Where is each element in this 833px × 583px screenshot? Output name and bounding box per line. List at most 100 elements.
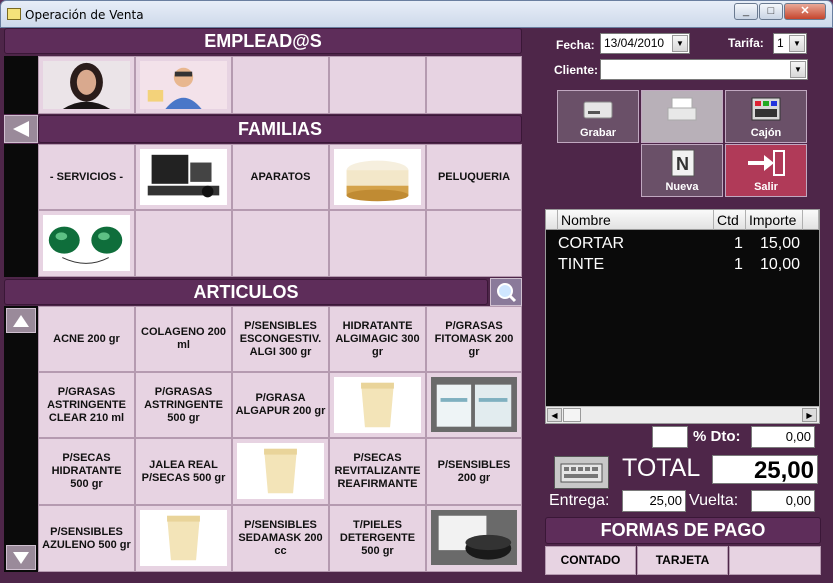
close-button[interactable]: ✕ — [784, 3, 826, 20]
article-tile[interactable]: P/GRASA ALGAPUR 200 gr — [232, 372, 329, 438]
article-label: P/SECAS REVITALIZANTE REAFIRMANTE — [334, 452, 421, 490]
dto-label: % Dto: — [693, 428, 741, 445]
cell-nombre: TINTE — [558, 256, 605, 273]
fecha-label: Fecha: — [556, 38, 595, 52]
cell-nombre: CORTAR — [558, 235, 625, 252]
discount-blank-field[interactable] — [652, 426, 688, 448]
article-tile[interactable]: HIDRATANTE ALGIMAGIC 300 gr — [329, 306, 426, 372]
dto-input[interactable]: 0,00 — [751, 426, 815, 448]
articles-side — [4, 306, 38, 572]
article-tile[interactable]: P/SECAS REVITALIZANTE REAFIRMANTE — [329, 438, 426, 505]
article-tile[interactable]: ACNE 200 gr — [38, 306, 135, 372]
tarjeta-button[interactable]: TARJETA — [637, 546, 728, 575]
column-importe[interactable]: Importe — [746, 210, 803, 230]
scroll-thumb[interactable] — [563, 408, 581, 422]
employee-slot-empty[interactable] — [426, 56, 522, 114]
families-side — [4, 144, 38, 277]
cajon-label: Cajón — [750, 127, 782, 139]
article-tile-image[interactable] — [426, 372, 522, 438]
cliente-label: Cliente: — [554, 63, 599, 77]
family-equipment-image[interactable] — [135, 144, 232, 210]
horizontal-scrollbar[interactable]: ◀ ▶ — [546, 406, 819, 423]
equipment-kit-image — [140, 149, 227, 206]
article-tile[interactable]: P/SENSIBLES SEDAMASK 200 cc — [232, 505, 329, 572]
article-tile-image[interactable] — [329, 372, 426, 438]
article-tile[interactable]: P/SECAS HIDRATANTE 500 gr — [38, 438, 135, 505]
column-nombre[interactable]: Nombre — [558, 210, 714, 230]
chevron-down-icon[interactable]: ▼ — [790, 61, 806, 78]
family-peluqueria[interactable]: PELUQUERIA — [426, 144, 522, 210]
articles-up-button[interactable] — [6, 308, 36, 333]
families-back-button[interactable] — [4, 115, 38, 143]
entrega-input[interactable]: 25,00 — [622, 490, 686, 512]
table-row[interactable]: CORTAR 1 15,00 — [546, 233, 819, 254]
vuelta-label: Vuelta: — [689, 492, 739, 509]
print-button[interactable] — [641, 90, 723, 143]
keyboard-icon — [560, 463, 603, 483]
chevron-down-icon[interactable]: ▼ — [789, 35, 805, 52]
article-tile-image[interactable] — [426, 505, 522, 572]
employee-slot-empty[interactable] — [329, 56, 426, 114]
family-label: - SERVICIOS - — [49, 170, 124, 183]
arrow-left-icon — [13, 121, 29, 137]
calculator-button[interactable] — [554, 456, 609, 489]
family-servicios[interactable]: - SERVICIOS - — [38, 144, 135, 210]
article-tile[interactable]: P/SENSIBLES ESCONGESTIV. ALGI 300 gr — [232, 306, 329, 372]
article-tile[interactable]: P/SENSIBLES AZULENO 500 gr — [38, 505, 135, 572]
minimize-button[interactable]: _ — [734, 3, 758, 20]
family-cream-image[interactable] — [329, 144, 426, 210]
article-tile[interactable]: JALEA REAL P/SECAS 500 gr — [135, 438, 232, 505]
table-row[interactable]: TINTE 1 10,00 — [546, 254, 819, 275]
articles-down-button[interactable] — [6, 545, 36, 570]
article-label: ACNE 200 gr — [53, 332, 120, 345]
article-label: P/GRASAS ASTRINGENTE 500 gr — [144, 385, 223, 424]
contado-button[interactable]: CONTADO — [545, 546, 636, 575]
article-tile[interactable]: P/GRASAS ASTRINGENTE 500 gr — [135, 372, 232, 438]
family-label: APARATOS — [250, 170, 311, 183]
family-slot-empty[interactable] — [426, 210, 522, 277]
chevron-down-icon[interactable]: ▼ — [672, 35, 688, 52]
product-bags-image — [431, 377, 517, 433]
employee-2[interactable] — [135, 56, 232, 114]
article-tile[interactable]: P/GRASAS FITOMASK 200 gr — [426, 306, 522, 372]
scroll-right-icon[interactable]: ▶ — [802, 408, 817, 422]
column-ctd[interactable]: Ctd — [714, 210, 746, 230]
maximize-button[interactable]: □ — [759, 3, 783, 20]
family-slot-empty[interactable] — [329, 210, 426, 277]
employee-slot-empty[interactable] — [232, 56, 329, 114]
nueva-button[interactable]: N Nueva — [641, 144, 723, 197]
scroll-left-icon[interactable]: ◀ — [547, 408, 562, 422]
cliente-select[interactable]: ▼ — [600, 59, 808, 80]
article-tile[interactable]: COLAGENO 200 ml — [135, 306, 232, 372]
new-document-icon: N — [671, 149, 695, 177]
article-label: P/SENSIBLES ESCONGESTIV. ALGI 300 gr — [239, 319, 322, 358]
salir-label: Salir — [754, 181, 778, 193]
grabar-label: Grabar — [579, 127, 617, 139]
tarifa-select[interactable]: 1 ▼ — [773, 33, 807, 54]
article-tile-image[interactable] — [135, 505, 232, 572]
article-tile[interactable]: P/GRASAS ASTRINGENTE CLEAR 210 ml — [38, 372, 135, 438]
family-slot-empty[interactable] — [135, 210, 232, 277]
search-button[interactable] — [490, 278, 522, 306]
article-label: P/GRASA ALGAPUR 200 gr — [235, 392, 326, 417]
sale-lines-grid[interactable]: Nombre Ctd Importe CORTAR 1 15,00 TINTE … — [545, 209, 820, 424]
employees-side — [4, 56, 38, 114]
cajon-button[interactable]: Cajón — [725, 90, 807, 143]
fecha-date-picker[interactable]: 13/04/2010 ▼ — [600, 33, 690, 54]
employee-1[interactable] — [38, 56, 135, 114]
cream-jar-image — [334, 149, 421, 206]
fecha-value: 13/04/2010 — [604, 36, 665, 50]
article-tile[interactable]: T/PIELES DETERGENTE 500 gr — [329, 505, 426, 572]
family-slot-empty[interactable] — [232, 210, 329, 277]
grid-row-selector-header — [546, 210, 558, 230]
salir-button[interactable]: Salir — [725, 144, 807, 197]
tarifa-value: 1 — [777, 36, 784, 50]
grabar-button[interactable]: Grabar — [557, 90, 639, 143]
family-aparatos[interactable]: APARATOS — [232, 144, 329, 210]
payment-slot-empty[interactable] — [729, 546, 821, 575]
article-tile-image[interactable] — [232, 438, 329, 505]
article-tile[interactable]: P/SENSIBLES 200 gr — [426, 438, 522, 505]
article-label: P/GRASAS FITOMASK 200 gr — [434, 319, 514, 358]
families-header: FAMILIAS — [38, 115, 522, 143]
family-goggles-image[interactable] — [38, 210, 135, 277]
